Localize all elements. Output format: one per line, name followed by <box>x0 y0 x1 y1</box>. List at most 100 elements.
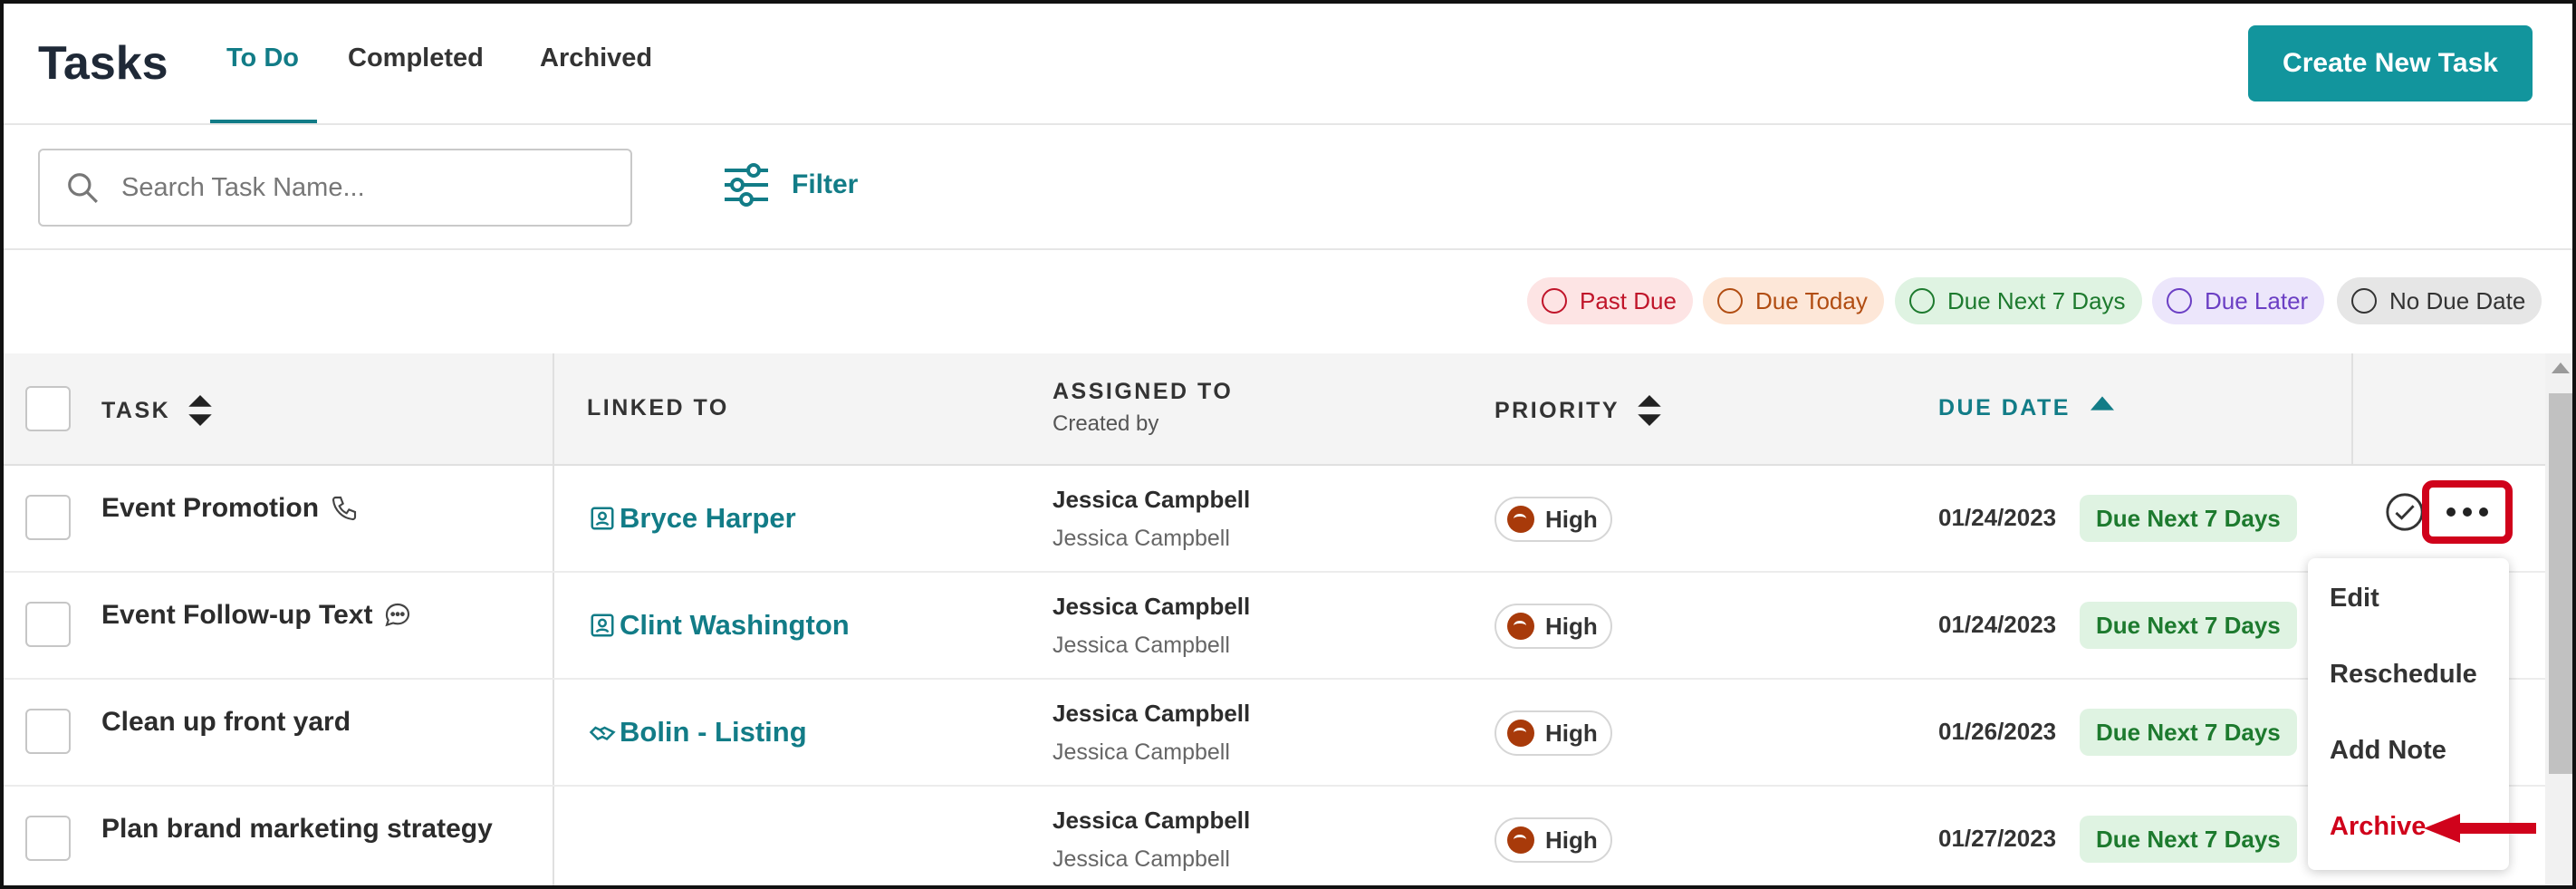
legend-label: No Due Date <box>2389 286 2526 314</box>
legend-past-due: Past Due <box>1527 277 1693 324</box>
status-badge: Due Next 7 Days <box>2080 602 2297 649</box>
toolbar: Filter <box>4 127 2572 250</box>
select-all-checkbox[interactable] <box>25 386 71 431</box>
scrollbar-thumb[interactable] <box>2549 393 2572 774</box>
linked-label: Clint Washington <box>620 609 850 641</box>
column-header-task[interactable]: TASK <box>101 395 212 426</box>
search-input[interactable] <box>121 172 592 203</box>
priority-label: High <box>1545 505 1598 533</box>
legend-due-next-7-days: Due Next 7 Days <box>1895 277 2142 324</box>
priority-badge: High <box>1495 604 1612 649</box>
contact-icon <box>589 612 616 639</box>
legend-label: Past Due <box>1580 286 1677 314</box>
assigned-to: Jessica Campbell <box>1053 486 1251 513</box>
more-dot <box>2479 507 2488 517</box>
linked-label: Bryce Harper <box>620 502 796 534</box>
priority-high-icon <box>1507 826 1534 854</box>
priority-high-icon <box>1507 613 1534 640</box>
table-row[interactable]: Plan brand marketing strategy Jessica Ca… <box>4 787 2545 885</box>
task-label: Clean up front yard <box>101 707 351 737</box>
row-checkbox[interactable] <box>25 816 71 861</box>
row-checkbox[interactable] <box>25 495 71 540</box>
row-checkbox[interactable] <box>25 709 71 754</box>
priority-high-icon <box>1507 506 1534 533</box>
search-box[interactable] <box>38 149 632 227</box>
tab-to-do[interactable]: To Do <box>226 43 299 73</box>
assigned-to: Jessica Campbell <box>1053 700 1251 727</box>
phone-icon <box>330 494 359 523</box>
task-label: Event Follow-up Text <box>101 600 373 630</box>
tab-archived[interactable]: Archived <box>540 43 652 73</box>
column-header-due-date[interactable]: DUE DATE <box>1938 395 2114 421</box>
menu-item-archive[interactable]: Archive <box>2330 812 2426 842</box>
sort-ascending-icon <box>2090 395 2114 411</box>
active-tab-indicator <box>210 120 317 123</box>
linked-listing-link[interactable]: Bolin - Listing <box>589 716 807 749</box>
circle-icon <box>1717 288 1743 314</box>
legend-due-later: Due Later <box>2152 277 2325 324</box>
table-row[interactable]: Event Promotion Bryce Harper Jessica Cam… <box>4 466 2545 573</box>
table-row[interactable]: Clean up front yard Bolin - Listing Jess… <box>4 680 2545 787</box>
row-checkbox[interactable] <box>25 602 71 647</box>
status-badge: Due Next 7 Days <box>2080 495 2297 542</box>
filter-button[interactable]: Filter <box>721 159 858 210</box>
due-date: 01/24/2023 <box>1938 611 2057 638</box>
circle-icon <box>2167 288 2192 314</box>
due-date: 01/24/2023 <box>1938 504 2057 531</box>
app-window: Tasks To Do Completed Archived Create Ne… <box>0 0 2576 889</box>
contact-icon <box>589 505 616 532</box>
handshake-icon <box>589 719 616 746</box>
column-header-priority[interactable]: PRIORITY <box>1495 395 1661 426</box>
task-name[interactable]: Clean up front yard <box>101 707 351 738</box>
priority-badge: High <box>1495 710 1612 756</box>
column-label: TASK <box>101 397 171 423</box>
column-label: PRIORITY <box>1495 397 1620 423</box>
chat-icon <box>383 601 412 630</box>
column-header-assigned-to: ASSIGNED TO <box>1053 379 1234 404</box>
more-options-button[interactable] <box>2422 480 2513 544</box>
search-icon <box>68 173 98 203</box>
linked-contact-link[interactable]: Bryce Harper <box>589 502 796 535</box>
task-name[interactable]: Event Follow-up Text <box>101 600 412 631</box>
legend-label: Due Today <box>1755 286 1868 314</box>
due-date: 01/26/2023 <box>1938 718 2057 745</box>
created-by: Jessica Campbell <box>1053 633 1230 658</box>
priority-badge: High <box>1495 497 1612 542</box>
create-new-task-button[interactable]: Create New Task <box>2248 25 2533 101</box>
mark-complete-check-icon[interactable] <box>2384 491 2426 537</box>
linked-contact-link[interactable]: Clint Washington <box>589 609 850 642</box>
priority-badge: High <box>1495 817 1612 863</box>
sort-icon <box>188 395 212 426</box>
legend-no-due-date: No Due Date <box>2337 277 2542 324</box>
annotation-arrow-icon <box>2424 814 2536 843</box>
column-divider <box>2351 353 2353 466</box>
scroll-up-arrow-icon[interactable] <box>2552 362 2570 373</box>
menu-item-edit[interactable]: Edit <box>2330 584 2379 614</box>
legend-due-today: Due Today <box>1703 277 1884 324</box>
page-header: Tasks To Do Completed Archived Create Ne… <box>4 4 2572 125</box>
created-by: Jessica Campbell <box>1053 739 1230 765</box>
menu-item-reschedule[interactable]: Reschedule <box>2330 660 2477 690</box>
page-title: Tasks <box>38 37 168 90</box>
table-row[interactable]: Event Follow-up Text Clint Washington Je… <box>4 573 2545 680</box>
priority-label: High <box>1545 719 1598 747</box>
circle-icon <box>1542 288 1567 314</box>
assigned-to: Jessica Campbell <box>1053 807 1251 834</box>
task-name[interactable]: Plan brand marketing strategy <box>101 814 493 845</box>
due-date: 01/27/2023 <box>1938 825 2057 852</box>
status-badge: Due Next 7 Days <box>2080 816 2297 863</box>
priority-label: High <box>1545 612 1598 640</box>
linked-label: Bolin - Listing <box>620 716 807 748</box>
legend-label: Due Later <box>2205 286 2309 314</box>
menu-item-add-note[interactable]: Add Note <box>2330 736 2446 766</box>
more-dot <box>2463 507 2472 517</box>
sort-icon <box>1638 395 1661 426</box>
more-dot <box>2446 507 2456 517</box>
task-label: Event Promotion <box>101 493 320 523</box>
task-name[interactable]: Event Promotion <box>101 493 359 524</box>
assigned-to: Jessica Campbell <box>1053 593 1251 620</box>
legend-label: Due Next 7 Days <box>1947 286 2126 314</box>
tab-completed[interactable]: Completed <box>348 43 484 73</box>
status-badge: Due Next 7 Days <box>2080 709 2297 756</box>
priority-high-icon <box>1507 720 1534 747</box>
